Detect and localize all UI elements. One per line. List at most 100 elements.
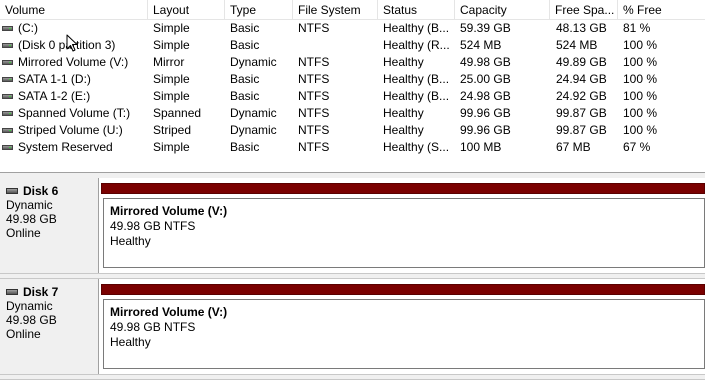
- volume-layout: Mirror: [153, 55, 185, 69]
- column-header-volume[interactable]: Volume: [0, 0, 147, 20]
- column-header-status[interactable]: Status: [378, 0, 454, 20]
- volume-status: Healthy (S...: [383, 140, 450, 154]
- volume-percent-free: 100 %: [623, 106, 658, 120]
- disk-state: Online: [6, 226, 41, 240]
- partition-box[interactable]: Mirrored Volume (V:) 49.98 GB NTFS Healt…: [103, 198, 705, 268]
- volume-drive-icon: [2, 145, 13, 150]
- disk-drive-icon: [6, 289, 18, 295]
- volume-status: Healthy: [383, 123, 424, 137]
- disk-name: Disk 7: [23, 285, 59, 299]
- column-header-capacity[interactable]: Capacity: [455, 0, 549, 20]
- disk-row-7: Disk 7 Dynamic 49.98 GB Online Mirrored …: [0, 279, 705, 374]
- volume-name: SATA 1-1 (D:): [18, 72, 91, 86]
- partition-size-fs: 49.98 GB NTFS: [110, 320, 196, 334]
- volume-drive-icon: [2, 128, 13, 133]
- disk-divider: [0, 374, 705, 380]
- partition-mirrored-volume[interactable]: Mirrored Volume (V:) 49.98 GB NTFS Healt…: [101, 183, 705, 271]
- volume-file-system: NTFS: [298, 72, 330, 86]
- volume-capacity: 25.00 GB: [460, 72, 511, 86]
- disk-name: Disk 6: [23, 184, 59, 198]
- partition-size-fs: 49.98 GB NTFS: [110, 219, 196, 233]
- table-row[interactable]: SATA 1-2 (E:) Simple Basic NTFS Healthy …: [0, 88, 705, 105]
- volume-file-system: NTFS: [298, 123, 330, 137]
- disk-map: Disk 6 Dynamic 49.98 GB Online Mirrored …: [0, 178, 705, 380]
- volume-drive-icon: [2, 26, 13, 31]
- volume-layout: Simple: [153, 89, 190, 103]
- partition-status: Healthy: [110, 234, 151, 248]
- table-row[interactable]: Striped Volume (U:) Striped Dynamic NTFS…: [0, 122, 705, 139]
- disk-label[interactable]: Disk 7 Dynamic 49.98 GB Online: [0, 279, 99, 374]
- volume-capacity: 59.39 GB: [460, 21, 511, 35]
- volume-type: Basic: [230, 89, 260, 103]
- disk-label[interactable]: Disk 6 Dynamic 49.98 GB Online: [0, 178, 99, 273]
- volume-capacity: 100 MB: [460, 140, 502, 154]
- mirrored-volume-color-bar: [101, 284, 705, 295]
- partition-status: Healthy: [110, 335, 151, 349]
- column-header-file-system[interactable]: File System: [293, 0, 377, 20]
- volume-type: Dynamic: [230, 123, 277, 137]
- volume-name: SATA 1-2 (E:): [18, 89, 91, 103]
- volume-percent-free: 100 %: [623, 72, 658, 86]
- volume-percent-free: 100 %: [623, 89, 658, 103]
- disk-type: Dynamic: [6, 299, 53, 313]
- disk-type: Dynamic: [6, 198, 53, 212]
- disk-state: Online: [6, 327, 41, 341]
- volume-drive-icon: [2, 111, 13, 116]
- volume-free-space: 24.94 GB: [556, 72, 607, 86]
- table-row[interactable]: (Disk 0 partition 3) Simple Basic Health…: [0, 37, 705, 54]
- volume-layout: Striped: [153, 123, 192, 137]
- table-row[interactable]: Mirrored Volume (V:) Mirror Dynamic NTFS…: [0, 54, 705, 71]
- volume-file-system: NTFS: [298, 89, 330, 103]
- column-header-row: Volume Layout Type File System Status Ca…: [0, 0, 705, 20]
- volume-drive-icon: [2, 94, 13, 99]
- table-row[interactable]: (C:) Simple Basic NTFS Healthy (B... 59.…: [0, 20, 705, 37]
- volume-free-space: 24.92 GB: [556, 89, 607, 103]
- volume-name: (C:): [18, 21, 38, 35]
- volume-status: Healthy (B...: [383, 21, 450, 35]
- volume-percent-free: 100 %: [623, 55, 658, 69]
- volume-file-system: NTFS: [298, 106, 330, 120]
- volume-percent-free: 100 %: [623, 123, 658, 137]
- volume-name: Mirrored Volume (V:): [18, 55, 129, 69]
- volume-file-system: NTFS: [298, 140, 330, 154]
- volume-file-system: [298, 37, 376, 54]
- disk-size: 49.98 GB: [6, 212, 57, 226]
- volume-type: Basic: [230, 38, 260, 52]
- volume-drive-icon: [2, 60, 13, 65]
- partition-box[interactable]: Mirrored Volume (V:) 49.98 GB NTFS Healt…: [103, 299, 705, 369]
- column-header-percent-free[interactable]: % Free: [618, 0, 705, 20]
- column-header-layout[interactable]: Layout: [148, 0, 224, 20]
- volume-file-system: NTFS: [298, 55, 330, 69]
- volume-type: Basic: [230, 140, 260, 154]
- volume-layout: Simple: [153, 72, 190, 86]
- mouse-pointer-icon: [66, 34, 78, 52]
- volume-status: Healthy: [383, 106, 424, 120]
- volume-list[interactable]: Volume Layout Type File System Status Ca…: [0, 0, 705, 172]
- volume-free-space: 48.13 GB: [556, 21, 607, 35]
- volume-layout: Simple: [153, 38, 190, 52]
- volume-status: Healthy (R...: [383, 38, 450, 52]
- disk-row-6: Disk 6 Dynamic 49.98 GB Online Mirrored …: [0, 178, 705, 273]
- volume-type: Dynamic: [230, 55, 277, 69]
- volume-free-space: 99.87 GB: [556, 106, 607, 120]
- volume-percent-free: 100 %: [623, 38, 658, 52]
- volume-free-space: 49.89 GB: [556, 55, 607, 69]
- disk-size: 49.98 GB: [6, 313, 57, 327]
- volume-type: Dynamic: [230, 106, 277, 120]
- volume-capacity: 24.98 GB: [460, 89, 511, 103]
- volume-drive-icon: [2, 77, 13, 82]
- table-row[interactable]: System Reserved Simple Basic NTFS Health…: [0, 139, 705, 156]
- table-row[interactable]: SATA 1-1 (D:) Simple Basic NTFS Healthy …: [0, 71, 705, 88]
- volume-capacity: 99.96 GB: [460, 123, 511, 137]
- volume-status: Healthy: [383, 55, 424, 69]
- table-row[interactable]: Spanned Volume (T:) Spanned Dynamic NTFS…: [0, 105, 705, 122]
- volume-status: Healthy (B...: [383, 89, 450, 103]
- column-header-free-space[interactable]: Free Spa...: [550, 0, 617, 20]
- volume-capacity: 99.96 GB: [460, 106, 511, 120]
- volume-name: System Reserved: [18, 140, 113, 154]
- column-header-type[interactable]: Type: [225, 0, 292, 20]
- volume-capacity: 524 MB: [460, 38, 502, 52]
- partition-mirrored-volume[interactable]: Mirrored Volume (V:) 49.98 GB NTFS Healt…: [101, 284, 705, 372]
- volume-name: (Disk 0 partition 3): [18, 38, 116, 52]
- volume-free-space: 524 MB: [556, 38, 598, 52]
